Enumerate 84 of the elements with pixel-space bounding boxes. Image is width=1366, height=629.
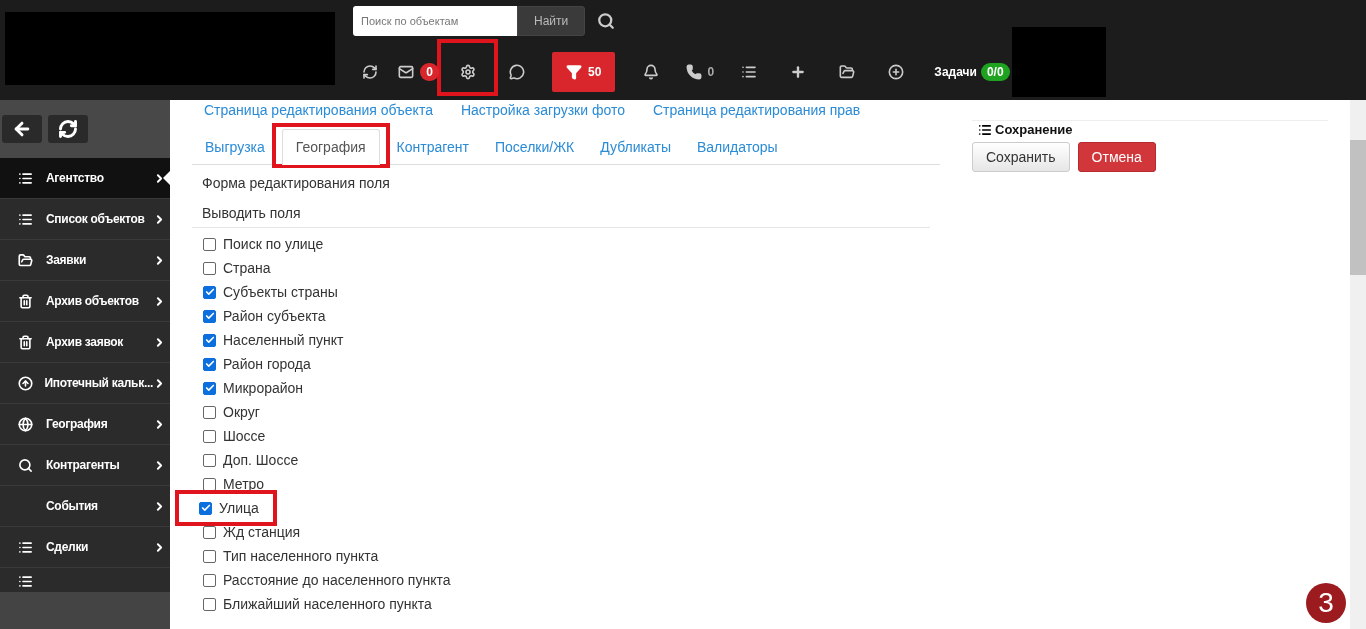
tab[interactable]: Выгрузка bbox=[192, 129, 278, 165]
page-link[interactable]: Страница редактирования прав bbox=[653, 102, 861, 118]
page-link[interactable]: Настройка загрузки фото bbox=[460, 102, 625, 118]
back-button[interactable] bbox=[2, 115, 42, 143]
tab[interactable]: Дубликаты bbox=[587, 129, 684, 165]
tab[interactable]: Поселки/ЖК bbox=[482, 129, 588, 165]
settings-icon bbox=[459, 64, 476, 80]
plus-circle-icon bbox=[887, 64, 904, 80]
checkbox-label: Тип населенного пункта bbox=[223, 548, 379, 564]
globe-icon bbox=[18, 416, 33, 432]
section-title: Выводить поля bbox=[192, 191, 930, 228]
reload-button[interactable] bbox=[48, 115, 88, 143]
panel-title: Сохранение bbox=[995, 122, 1073, 137]
checkbox-label: Жд станция bbox=[223, 524, 301, 540]
upload-icon bbox=[18, 375, 33, 391]
checkbox-label: Расстояние до населенного пункта bbox=[223, 572, 451, 588]
tab[interactable]: География bbox=[281, 129, 380, 165]
search-icon bbox=[18, 457, 33, 473]
checkbox[interactable] bbox=[203, 549, 216, 563]
tab[interactable]: Валидаторы bbox=[684, 129, 791, 165]
checkbox-label: Поиск по улице bbox=[223, 236, 324, 252]
save-button[interactable]: Сохранить bbox=[972, 142, 1070, 172]
checkbox[interactable] bbox=[203, 285, 216, 299]
sidebar-item[interactable]: Агентство bbox=[0, 158, 170, 199]
tasks-label[interactable]: Задачи bbox=[934, 65, 977, 79]
mail-icon bbox=[398, 64, 415, 80]
form-title: Форма редактирования поля bbox=[201, 174, 391, 191]
checkbox[interactable] bbox=[203, 597, 216, 611]
checkbox[interactable] bbox=[203, 453, 216, 467]
checkbox-label: Улица bbox=[219, 500, 259, 516]
checkbox-label: Округ bbox=[223, 404, 260, 420]
count-badge: 0 bbox=[420, 63, 439, 81]
count-label: 0 bbox=[707, 65, 715, 79]
checkbox-label: Район субъекта bbox=[223, 308, 326, 324]
chat-icon bbox=[508, 64, 525, 80]
checkbox[interactable] bbox=[203, 381, 216, 395]
checkbox-label: Район города bbox=[223, 356, 311, 372]
checkbox-label: Субъекты страны bbox=[223, 284, 338, 300]
trash-icon bbox=[18, 334, 33, 350]
find-button[interactable]: Найти bbox=[517, 6, 586, 36]
plus-icon bbox=[789, 64, 806, 80]
checkbox-label: Страна bbox=[223, 260, 271, 276]
scroll-bar[interactable] bbox=[1350, 100, 1366, 629]
checkbox-label: Ближайший населенного пункта bbox=[223, 596, 432, 612]
folder-icon bbox=[838, 64, 855, 80]
step-badge: 3 bbox=[1306, 583, 1346, 623]
checkbox[interactable] bbox=[203, 357, 216, 371]
checkbox-label: Шоссе bbox=[223, 428, 266, 444]
checkbox[interactable] bbox=[203, 477, 216, 491]
bell-icon bbox=[642, 64, 659, 80]
list-icon bbox=[740, 64, 757, 80]
list-icon bbox=[18, 574, 33, 589]
cancel-button[interactable]: Отмена bbox=[1077, 142, 1156, 172]
checkbox[interactable] bbox=[203, 405, 216, 419]
filter-button[interactable]: 50 bbox=[552, 52, 616, 92]
checkbox-label: Микрорайон bbox=[223, 380, 304, 396]
checkbox[interactable] bbox=[203, 261, 216, 275]
search-icon[interactable] bbox=[597, 12, 616, 30]
checkbox-label: Населенный пункт bbox=[223, 332, 344, 348]
phone-icon bbox=[685, 64, 702, 80]
list-icon bbox=[18, 170, 33, 186]
checkbox[interactable] bbox=[203, 309, 216, 323]
list-icon bbox=[18, 539, 33, 555]
list-icon bbox=[18, 211, 33, 227]
trash-icon bbox=[18, 293, 33, 309]
refresh-icon bbox=[58, 119, 78, 139]
toolbar-button[interactable]: 0 bbox=[675, 52, 725, 92]
checkbox[interactable] bbox=[199, 501, 212, 515]
checkbox[interactable] bbox=[203, 333, 216, 347]
checkbox-label: Доп. Шоссе bbox=[223, 452, 299, 468]
filter-icon bbox=[566, 64, 582, 80]
checkbox[interactable] bbox=[203, 573, 216, 587]
refresh-icon bbox=[361, 64, 378, 80]
page-link[interactable]: Страница редактирования объекта bbox=[204, 102, 433, 118]
tab[interactable]: Контрагент bbox=[383, 129, 482, 165]
folder-icon bbox=[18, 252, 33, 268]
count-label: 50 bbox=[588, 65, 602, 79]
tasks-badge: 0/0 bbox=[980, 63, 1010, 81]
list-icon bbox=[978, 122, 992, 137]
search-field[interactable]: Поиск по объектам bbox=[353, 6, 517, 36]
checkbox[interactable] bbox=[203, 429, 216, 443]
toolbar-button[interactable]: 0 bbox=[394, 52, 443, 92]
checkbox-label: Метро bbox=[223, 476, 265, 492]
checkbox[interactable] bbox=[203, 237, 216, 251]
